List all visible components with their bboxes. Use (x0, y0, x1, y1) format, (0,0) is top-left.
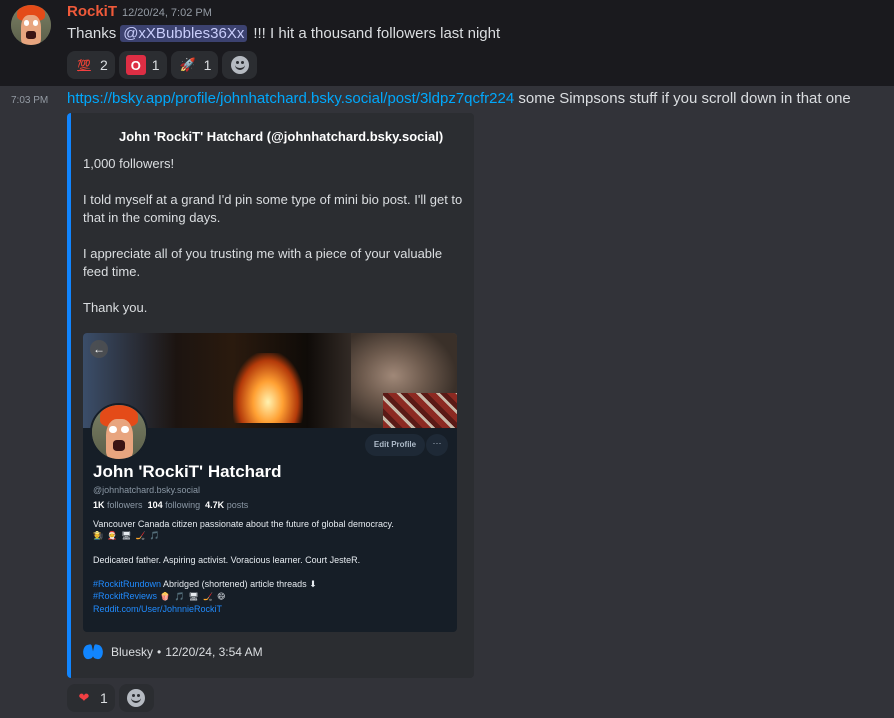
bio-line: Vancouver Canada citizen passionate abou… (93, 519, 394, 529)
embed-title[interactable]: John 'RockiT' Hatchard (@johnhatchard.bs… (119, 129, 443, 144)
embed-image-profile-card[interactable]: ← Edit Profile ··· John 'RockiT' Hatchar… (83, 333, 457, 632)
profile-bio: Vancouver Canada citizen passionate abou… (93, 518, 453, 615)
beaker-avatar-icon (11, 5, 51, 45)
message-timestamp-2: 7:03 PM (11, 95, 49, 106)
footer-separator: • (157, 645, 162, 659)
o-button-icon: O (125, 55, 146, 75)
message-text-after: !!! I hit a thousand followers last nigh… (253, 25, 501, 42)
author-name[interactable]: RockiT (67, 3, 117, 20)
posts-count: 4.7K (205, 500, 225, 510)
message-text-2: https://bsky.app/profile/johnhatchard.bs… (67, 90, 851, 107)
message-timestamp: 12/20/24, 7:02 PM (122, 7, 212, 19)
embed-paragraph: Thank you. (83, 300, 148, 315)
embed-provider: Bluesky (111, 645, 154, 659)
followers-count: 1K (93, 500, 105, 510)
followers-label: followers (107, 500, 143, 510)
embed-paragraph: I told myself at a grand I'd pin some ty… (83, 192, 463, 225)
user-avatar[interactable] (11, 5, 51, 45)
profile-handle: @johnhatchard.bsky.social (93, 485, 201, 495)
profile-name: John 'RockiT' Hatchard (93, 462, 282, 481)
user-mention[interactable]: @xXBubbles36Xx (120, 25, 248, 42)
hashtag-emoji: 🍿 🎵 🖥 🏒 😄 (157, 592, 227, 601)
reaction-100[interactable]: 💯 2 (67, 51, 115, 79)
embed-paragraph: I appreciate all of you trusting me with… (83, 246, 443, 279)
more-options-icon: ··· (426, 434, 448, 456)
back-arrow-icon: ← (90, 340, 108, 358)
add-reaction-button[interactable] (118, 684, 154, 712)
hashtag-link: #RockitRundown (93, 579, 162, 589)
bio-emoji-row: 🧑‍🌾 🧑‍🎄 🖥 🏒 🎵 (93, 531, 161, 540)
link-embed: John 'RockiT' Hatchard (@johnhatchard.bs… (67, 113, 474, 678)
heart-icon: ❤ (78, 690, 90, 705)
add-reaction-icon (230, 56, 249, 74)
embed-paragraph: 1,000 followers! (83, 156, 175, 171)
hashtag-text: Abridged (shortened) article threads ⬇ (161, 579, 317, 589)
reaction-o[interactable]: O 1 (118, 51, 167, 79)
reaction-count: 1 (100, 690, 108, 706)
reaction-rocket[interactable]: 🚀 1 (170, 51, 219, 79)
following-label: following (165, 500, 201, 510)
hashtag-link: #RockitReviews (93, 591, 158, 601)
add-reaction-button[interactable] (222, 51, 258, 79)
posts-label: posts (226, 500, 249, 510)
message-text-before: Thanks (67, 25, 117, 42)
rocket-icon: 🚀 (179, 57, 196, 72)
reaction-count: 2 (100, 57, 108, 73)
reaction-heart[interactable]: ❤ 1 (67, 684, 115, 712)
bluesky-post-link[interactable]: https://bsky.app/profile/johnhatchard.bs… (67, 90, 514, 107)
message-1: RockiT 12/20/24, 7:02 PM Thanks @xXBubbl… (0, 0, 894, 86)
embed-footer: Bluesky • 12/20/24, 3:54 AM (83, 643, 263, 661)
profile-avatar (90, 403, 148, 461)
plaid-shirt-image (383, 393, 457, 428)
add-reaction-icon (127, 689, 146, 707)
following-count: 104 (147, 500, 163, 510)
reaction-count: 1 (151, 57, 160, 73)
embed-timestamp: 12/20/24, 3:54 AM (165, 645, 263, 659)
reddit-link: Reddit.com/User/JohnnieRockiT (93, 604, 223, 614)
fireplace-image (233, 353, 303, 423)
reaction-bar: 💯 2 O 1 🚀 1 (67, 51, 258, 79)
profile-stats: 1K followers 104 following 4.7K posts (93, 500, 248, 510)
reaction-bar-2: ❤ 1 (67, 684, 154, 712)
bio-line: Dedicated father. Aspiring activist. Vor… (93, 555, 361, 565)
message-text: Thanks @xXBubbles36Xx !!! I hit a thousa… (67, 25, 500, 42)
beaker-avatar-icon (92, 405, 146, 459)
edit-profile-button: Edit Profile (365, 434, 425, 456)
hundred-points-icon: 💯 (77, 59, 91, 72)
reaction-count: 1 (203, 57, 212, 73)
bluesky-butterfly-icon (83, 643, 103, 661)
message-text-2-rest: some Simpsons stuff if you scroll down i… (514, 90, 851, 107)
embed-description: 1,000 followers! I told myself at a gran… (83, 155, 463, 335)
